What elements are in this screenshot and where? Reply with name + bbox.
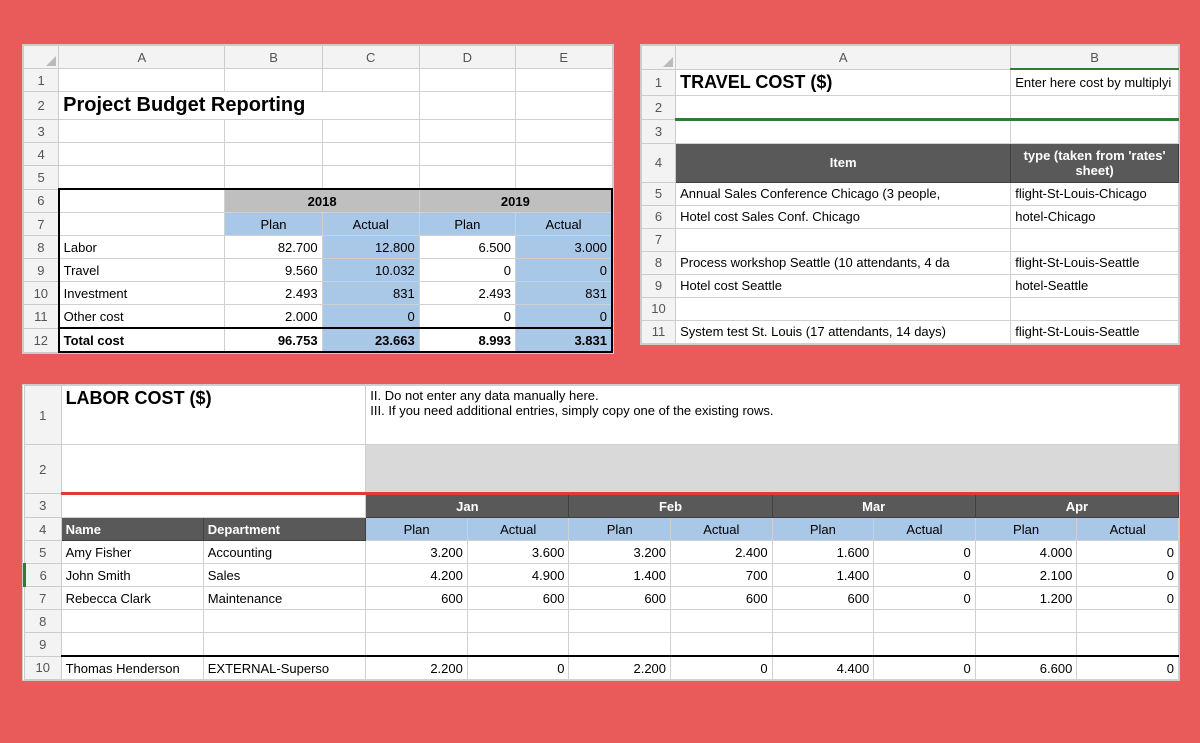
row-6[interactable]: 6 bbox=[24, 189, 59, 213]
row-7[interactable]: 7 bbox=[24, 213, 59, 236]
head-name: Name bbox=[61, 518, 203, 541]
month-apr: Apr bbox=[975, 494, 1178, 518]
labor-panel: 1 LABOR COST ($) II. Do not enter any da… bbox=[22, 384, 1180, 681]
row-1[interactable]: 1 bbox=[24, 69, 59, 92]
month-jan: Jan bbox=[366, 494, 569, 518]
row-12[interactable]: 12 bbox=[24, 328, 59, 352]
table-row: 6 Hotel cost Sales Conf. Chicago hotel-C… bbox=[642, 205, 1179, 228]
col-E[interactable]: E bbox=[516, 46, 612, 69]
head-dept: Department bbox=[203, 518, 366, 541]
budget-panel: A B C D E 1 2 Project Budget Reporting 3… bbox=[22, 44, 614, 354]
labor-title: LABOR COST ($) bbox=[61, 386, 366, 445]
row-11[interactable]: 11 bbox=[24, 305, 59, 329]
travel-title: TRAVEL COST ($) bbox=[676, 69, 1011, 95]
col-D[interactable]: D bbox=[419, 46, 515, 69]
row-4[interactable]: 4 bbox=[24, 143, 59, 166]
labor-instructions: II. Do not enter any data manually here.… bbox=[366, 386, 1179, 445]
plan-2018: Plan bbox=[225, 213, 322, 236]
table-row: 10 Thomas Henderson EXTERNAL-Superso 2.2… bbox=[25, 656, 1179, 680]
table-row: 7 Rebecca Clark Maintenance 600600 60060… bbox=[25, 587, 1179, 610]
actual-2019: Actual bbox=[516, 213, 612, 236]
table-row: 8 Labor 82.700 12.800 6.500 3.000 bbox=[24, 236, 613, 259]
row-label[interactable]: Travel bbox=[59, 259, 225, 282]
labor-grid[interactable]: 1 LABOR COST ($) II. Do not enter any da… bbox=[23, 385, 1179, 680]
row-3[interactable]: 3 bbox=[24, 120, 59, 143]
row-label[interactable]: Other cost bbox=[59, 305, 225, 329]
table-row: 10 bbox=[642, 297, 1179, 320]
row-9[interactable]: 9 bbox=[24, 259, 59, 282]
instr-line-2: III. If you need additional entries, sim… bbox=[370, 403, 773, 418]
row-1[interactable]: 1 bbox=[25, 386, 62, 445]
table-row: 6 John Smith Sales 4.2004.900 1.400700 1… bbox=[25, 564, 1179, 587]
row-1[interactable]: 1 bbox=[642, 69, 676, 95]
table-row: 5 Amy Fisher Accounting 3.2003.600 3.200… bbox=[25, 541, 1179, 564]
actual-head: Actual bbox=[467, 518, 569, 541]
travel-panel: A B 1 TRAVEL COST ($) Enter here cost by… bbox=[640, 44, 1180, 345]
month-feb: Feb bbox=[569, 494, 772, 518]
row-2[interactable]: 2 bbox=[642, 95, 676, 119]
table-row-total: 12 Total cost 96.753 23.663 8.993 3.831 bbox=[24, 328, 613, 352]
head-item: Item bbox=[676, 143, 1011, 182]
travel-hint[interactable]: Enter here cost by multiplyi bbox=[1011, 69, 1179, 95]
budget-grid[interactable]: A B C D E 1 2 Project Budget Reporting 3… bbox=[23, 45, 613, 353]
travel-grid[interactable]: A B 1 TRAVEL COST ($) Enter here cost by… bbox=[641, 45, 1179, 344]
plan-2019: Plan bbox=[419, 213, 515, 236]
table-row: 8 Process workshop Seattle (10 attendant… bbox=[642, 251, 1179, 274]
select-all-corner[interactable] bbox=[642, 46, 676, 70]
table-row: 11 System test St. Louis (17 attendants,… bbox=[642, 320, 1179, 343]
instr-line-1: II. Do not enter any data manually here. bbox=[370, 388, 598, 403]
page-title: Project Budget Reporting bbox=[59, 92, 420, 120]
plan-head: Plan bbox=[366, 518, 468, 541]
col-B[interactable]: B bbox=[225, 46, 322, 69]
row-label[interactable]: Labor bbox=[59, 236, 225, 259]
table-row: 7 bbox=[642, 228, 1179, 251]
table-row: 9 bbox=[25, 633, 1179, 657]
month-mar: Mar bbox=[772, 494, 975, 518]
col-C[interactable]: C bbox=[322, 46, 419, 69]
col-B-selected[interactable]: B bbox=[1011, 46, 1179, 70]
head-type: type (taken from 'rates' sheet) bbox=[1011, 143, 1179, 182]
row-4[interactable]: 4 bbox=[25, 518, 62, 541]
table-row: 5 Annual Sales Conference Chicago (3 peo… bbox=[642, 182, 1179, 205]
table-row: 9 Hotel cost Seattle hotel-Seattle bbox=[642, 274, 1179, 297]
row-3[interactable]: 3 bbox=[642, 119, 676, 143]
actual-2018: Actual bbox=[322, 213, 419, 236]
col-A[interactable]: A bbox=[676, 46, 1011, 70]
total-label[interactable]: Total cost bbox=[59, 328, 225, 352]
row-2[interactable]: 2 bbox=[24, 92, 59, 120]
row-5[interactable]: 5 bbox=[24, 166, 59, 190]
table-row: 10 Investment 2.493 831 2.493 831 bbox=[24, 282, 613, 305]
row-8[interactable]: 8 bbox=[24, 236, 59, 259]
row-label[interactable]: Investment bbox=[59, 282, 225, 305]
row-4[interactable]: 4 bbox=[642, 143, 676, 182]
table-row: 11 Other cost 2.000 0 0 0 bbox=[24, 305, 613, 329]
table-row: 8 bbox=[25, 610, 1179, 633]
row-10[interactable]: 10 bbox=[24, 282, 59, 305]
year-2019: 2019 bbox=[419, 189, 612, 213]
year-2018: 2018 bbox=[225, 189, 419, 213]
table-row: 9 Travel 9.560 10.032 0 0 bbox=[24, 259, 613, 282]
row-3[interactable]: 3 bbox=[25, 494, 62, 518]
col-A[interactable]: A bbox=[59, 46, 225, 69]
select-all-corner[interactable] bbox=[24, 46, 59, 69]
row-2[interactable]: 2 bbox=[25, 445, 62, 494]
